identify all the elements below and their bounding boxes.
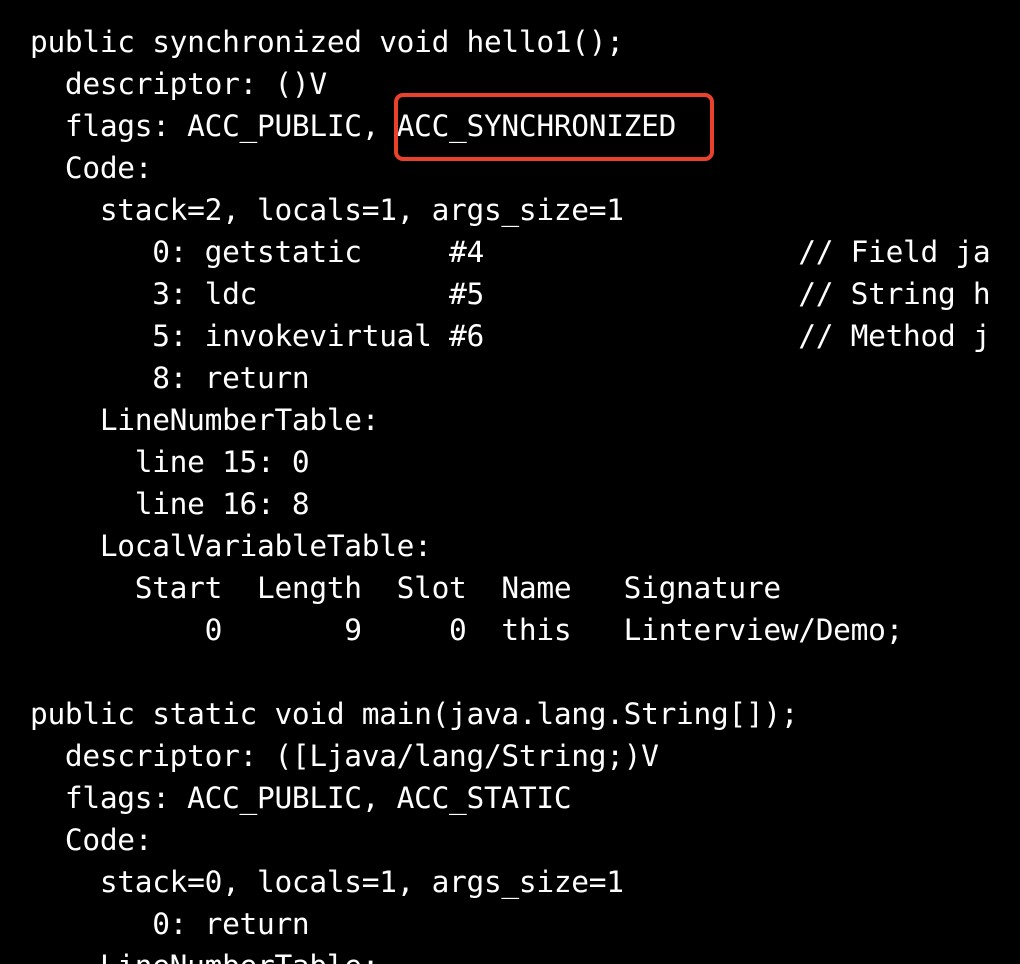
bytecode-line-invokevirtual: 5: invokevirtual #6 // Method j xyxy=(30,319,991,353)
table-row: 0 9 0 this Linterview/Demo; xyxy=(30,613,904,647)
code-line-flags-main: flags: ACC_PUBLIC, ACC_STATIC xyxy=(30,781,572,815)
code-line-linenumbertable: LineNumberTable: xyxy=(30,403,380,437)
code-line-stack: stack=2, locals=1, args_size=1 xyxy=(30,193,624,227)
code-line-code-label: Code: xyxy=(30,151,153,185)
code-line-line15: line 15: 0 xyxy=(30,445,310,479)
bytecode-line-return-main: 0: return xyxy=(30,907,310,941)
bytecode-line-getstatic: 0: getstatic #4 // Field ja xyxy=(30,235,991,269)
flags-text: flags: ACC_PUBLIC, xyxy=(30,109,397,143)
terminal-window[interactable]: public synchronized void hello1(); descr… xyxy=(0,0,1020,964)
bytecode-line-ldc: 3: ldc #5 // String h xyxy=(30,277,991,311)
code-line-descriptor-main: descriptor: ([Ljava/lang/String;)V xyxy=(30,739,659,773)
code-line-flags: flags: ACC_PUBLIC, ACC_SYNCHRONIZED xyxy=(30,105,676,147)
code-line-linenumbertable-main: LineNumberTable: xyxy=(30,945,380,964)
code-line-method-main: public static void main(java.lang.String… xyxy=(30,697,799,731)
bytecode-line-return: 8: return xyxy=(30,361,310,395)
code-line-localvariabletable: LocalVariableTable: xyxy=(30,529,432,563)
code-line-method-hello1: public synchronized void hello1(); xyxy=(30,25,624,59)
code-line-code-label-main: Code: xyxy=(30,823,153,857)
acc-synchronized-flag: ACC_SYNCHRONIZED xyxy=(396,109,677,143)
table-header-row: Start Length Slot Name Signature xyxy=(30,571,781,605)
code-line-line16: line 16: 8 xyxy=(30,487,310,521)
code-line-descriptor: descriptor: ()V xyxy=(30,67,327,101)
code-line-stack-main: stack=0, locals=1, args_size=1 xyxy=(30,865,624,899)
